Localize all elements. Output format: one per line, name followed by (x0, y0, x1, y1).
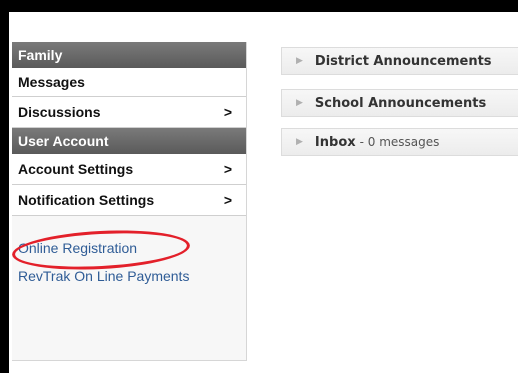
image-border-left (0, 0, 9, 373)
sidebar-item-discussions[interactable]: Discussions > (12, 97, 246, 128)
panel-title: School Announcements (314, 95, 487, 111)
panel-district-announcements[interactable]: ▶ District Announcements (281, 47, 518, 75)
chevron-right-icon: > (223, 104, 232, 120)
online-registration-link[interactable]: Online Registration (18, 240, 246, 256)
section-header-user-account: User Account (12, 128, 246, 154)
panel-school-announcements[interactable]: ▶ School Announcements (281, 89, 518, 117)
triangle-right-icon: ▶ (296, 98, 303, 108)
panel-inbox[interactable]: ▶ Inbox - 0 messages (281, 128, 518, 156)
sidebar-links: Online Registration RevTrak On Line Paym… (11, 216, 246, 284)
chevron-right-icon: > (223, 161, 232, 177)
panel-title: Inbox (314, 134, 356, 150)
revtrak-payments-link[interactable]: RevTrak On Line Payments (18, 268, 246, 284)
panel-title: District Announcements (314, 53, 492, 69)
sidebar-item-label: Messages (18, 74, 85, 90)
sidebar-item-label: Discussions (18, 104, 101, 120)
sidebar-item-account-settings[interactable]: Account Settings > (12, 154, 246, 185)
sidebar-item-messages[interactable]: Messages (12, 68, 246, 97)
triangle-right-icon: ▶ (296, 56, 303, 66)
inbox-count: - 0 messages (359, 135, 440, 149)
chevron-right-icon: > (223, 192, 232, 208)
sidebar: Family Messages Discussions > User Accou… (11, 42, 247, 361)
section-header-family: Family (12, 42, 246, 68)
sidebar-item-label: Notification Settings (18, 192, 155, 208)
sidebar-item-label: Account Settings (18, 161, 134, 177)
image-border-top (0, 0, 518, 12)
triangle-right-icon: ▶ (296, 137, 303, 147)
sidebar-item-notification-settings[interactable]: Notification Settings > (12, 185, 246, 216)
